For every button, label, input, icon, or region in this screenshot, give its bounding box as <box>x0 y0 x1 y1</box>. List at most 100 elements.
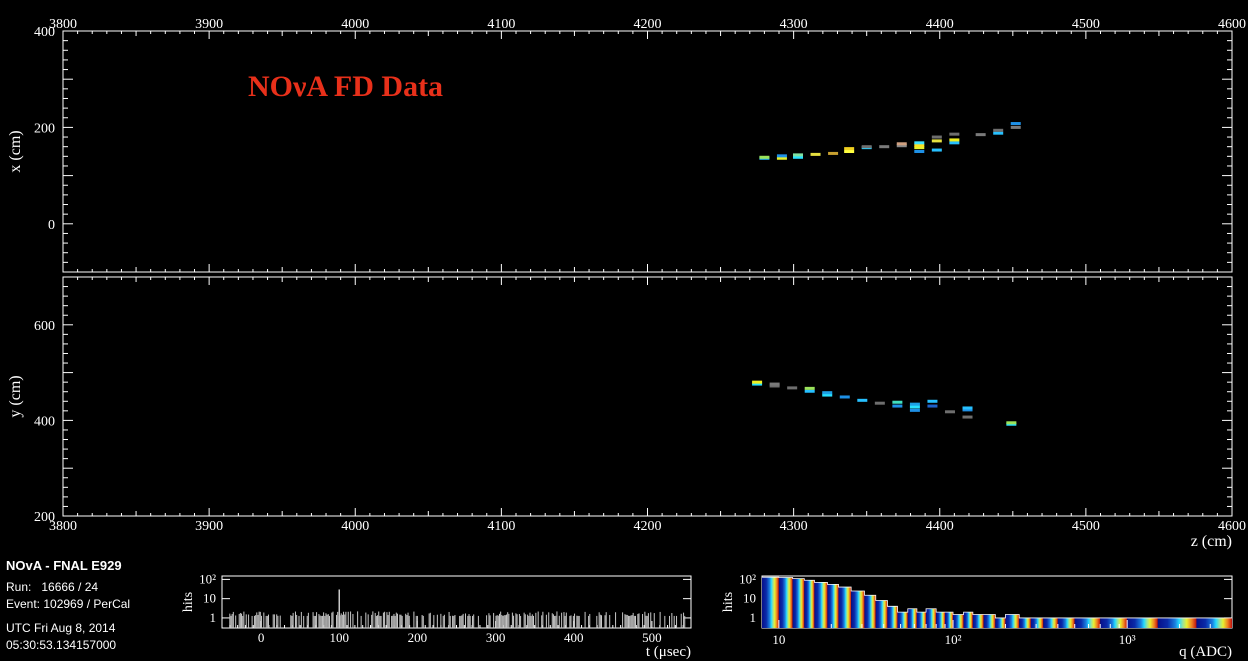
xz-view-y-tick-label: 0 <box>48 218 55 233</box>
yz-view-x-tick-label: 4400 <box>926 519 954 534</box>
charge-histogram-bar <box>1074 617 1101 628</box>
xz-view-hit <box>949 138 960 142</box>
xz-view-hit <box>810 152 821 156</box>
xz-view-hit <box>793 153 804 157</box>
time-histogram-x-tick-label: 200 <box>408 630 428 645</box>
charge-histogram-bar <box>916 612 927 628</box>
xz-view-x-tick-label: 4400 <box>926 17 954 32</box>
yz-view-hit <box>962 406 973 410</box>
xz-view-hit <box>993 128 1004 132</box>
yz-view-x-tick-label: 4500 <box>1072 519 1100 534</box>
yz-view-y-tick-label: 400 <box>34 414 55 429</box>
event-display: 0 200 400 3800 3900 4000 4100 4200 4300 4400 4500 4… <box>7 17 1246 660</box>
charge-histogram-bar <box>804 580 815 628</box>
charge-histogram-bar <box>778 577 793 628</box>
time-histogram-y-axis-label: hits <box>181 592 196 612</box>
yz-view-y-tick-label: 600 <box>34 319 55 334</box>
yz-view-y-axis-label: y (cm) <box>7 375 24 417</box>
charge-histogram-x-tick-label: 10² <box>945 632 962 647</box>
yz-view-hit <box>822 391 833 395</box>
charge-histogram-bar <box>1057 617 1075 628</box>
yz-view-hit <box>909 408 920 412</box>
xz-view-hit <box>776 154 787 158</box>
charge-histogram-bar <box>995 617 1006 628</box>
yz-view-hit <box>787 386 798 390</box>
yz-view-hit <box>857 398 868 402</box>
xz-view-x-tick-label: 4300 <box>780 17 808 32</box>
time-histogram-y-tick-label: 10² <box>199 571 216 586</box>
charge-histogram-bar <box>953 614 964 628</box>
charge-histogram-bar <box>864 595 876 628</box>
charge-histogram-y-tick-label: 10 <box>743 591 756 606</box>
time-label: 05:30:53.134157000 <box>6 638 117 652</box>
charge-histogram-bar <box>762 577 779 628</box>
yz-view-hit <box>909 402 920 406</box>
charge-histogram-bar <box>851 590 865 628</box>
charge-histogram-bar <box>907 608 917 628</box>
xz-view-hit <box>993 131 1004 135</box>
charge-histogram-bar <box>1196 617 1232 628</box>
xz-view-x-tick-label: 4600 <box>1218 17 1246 32</box>
yz-view-hit <box>892 400 903 404</box>
yz-view-x-tick-label: 4200 <box>634 519 662 534</box>
charge-histogram-bar <box>926 608 937 628</box>
date-label: UTC Fri Aug 8, 2014 <box>6 621 116 635</box>
yz-view-hit <box>1006 421 1017 425</box>
yz-view-x-tick-label: 3800 <box>49 519 77 534</box>
xz-view-hit <box>896 142 907 146</box>
xz-view-hit <box>759 155 770 159</box>
yz-view-x-tick-label: 4000 <box>341 519 369 534</box>
charge-histogram-x-tick-label: 10³ <box>1119 632 1136 647</box>
time-histogram-x-axis-label: t (μsec) <box>646 644 691 660</box>
xz-view-y-tick-label: 200 <box>34 121 55 136</box>
xz-view-hit <box>949 141 960 145</box>
xz-view-frame <box>62 30 1233 273</box>
yz-view-x-tick-label: 4600 <box>1218 519 1246 534</box>
yz-view-hit <box>927 404 938 408</box>
xz-view-hit <box>1010 125 1021 129</box>
charge-histogram-y-tick-label: 10² <box>739 571 756 586</box>
xz-view-x-tick-label: 4500 <box>1072 17 1100 32</box>
charge-histogram-bar <box>814 582 828 628</box>
xz-view-hit <box>949 132 960 136</box>
xz-view-hit <box>931 139 942 143</box>
xz-view-hit <box>931 135 942 139</box>
xz-view-x-tick-label: 3900 <box>195 17 223 32</box>
yz-view-hit <box>874 401 885 405</box>
time-histogram-x-tick-label: 100 <box>330 630 350 645</box>
charge-histogram-bar <box>838 587 852 628</box>
charge-histogram-y-axis-label: hits <box>721 592 736 612</box>
xz-view-y-axis-label: x (cm) <box>7 130 24 172</box>
yz-view-hit <box>892 404 903 408</box>
charge-histogram-bar <box>963 612 973 628</box>
charge-histogram-bar <box>887 606 898 628</box>
xz-view-hit <box>828 151 839 155</box>
yz-view-hit <box>839 395 850 399</box>
charge-histogram-x-tick-label: 10 <box>772 632 785 647</box>
yz-view-hit <box>752 380 763 384</box>
yz-view-hit <box>927 399 938 403</box>
charge-histogram-bar <box>983 614 996 628</box>
time-histogram-x-tick-label: 0 <box>258 630 265 645</box>
yz-view-x-tick-label: 4300 <box>780 519 808 534</box>
yz-view-hit <box>944 410 955 414</box>
time-histogram-y-tick-label: 10 <box>203 591 216 606</box>
event-label: Event: 102969 / PerCal <box>6 597 131 611</box>
xz-view-hit <box>931 148 942 152</box>
yz-view-x-tick-label: 4100 <box>487 519 515 534</box>
yz-view-x-tick-label: 3900 <box>195 519 223 534</box>
charge-histogram-bar <box>1157 617 1197 628</box>
xz-view-hit <box>879 145 890 149</box>
charge-histogram-bar <box>1100 617 1128 628</box>
charge-histogram-bar <box>972 614 984 628</box>
charge-histogram-bar <box>1005 614 1020 628</box>
charge-histogram-bar <box>875 600 888 628</box>
xz-view-hit <box>914 150 925 153</box>
banner-title: NOνA FD Data <box>248 70 444 103</box>
run-label: Run: 16666 / 24 <box>6 580 99 594</box>
experiment-label: NOvA - FNAL E929 <box>6 558 122 573</box>
charge-histogram-bar <box>1019 617 1031 628</box>
charge-histogram-bar <box>1127 617 1158 628</box>
xz-view-hit <box>861 145 872 149</box>
time-histogram-x-tick-label: 500 <box>642 630 662 645</box>
